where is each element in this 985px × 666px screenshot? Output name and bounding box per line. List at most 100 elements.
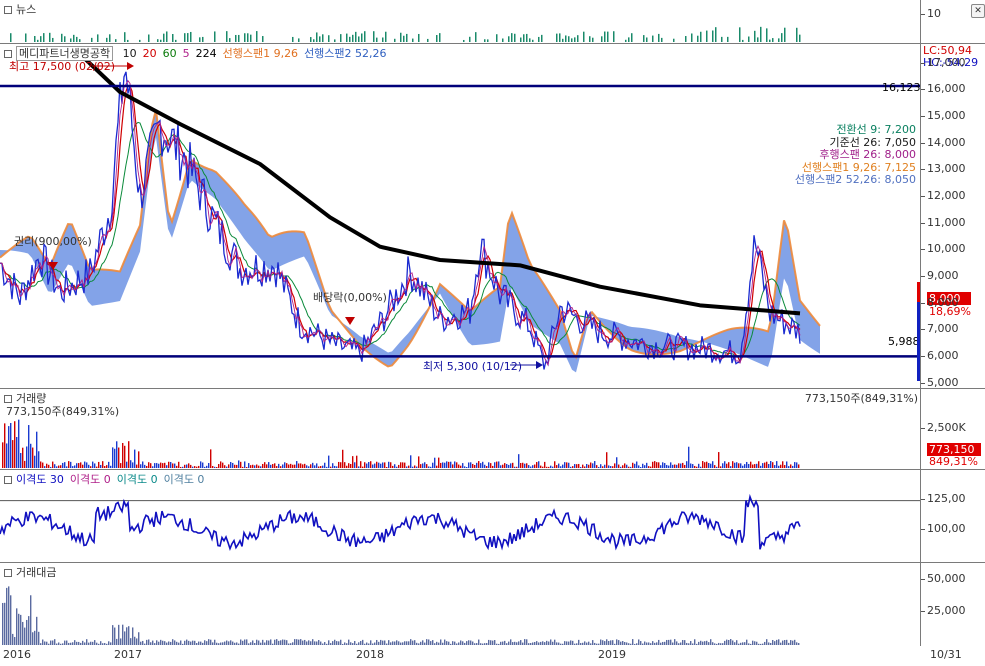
amount-bar: [180, 640, 182, 645]
amount-bar: [252, 640, 254, 645]
news-bar: [577, 35, 579, 42]
amount-bar: [90, 641, 92, 645]
volume-bar: [458, 464, 460, 468]
close-icon[interactable]: ✕: [971, 4, 985, 18]
news-bar: [316, 32, 318, 42]
amount-bar: [18, 613, 20, 645]
volume-bar: [678, 463, 680, 468]
amount-bar: [548, 641, 550, 645]
volume-bar: [714, 465, 716, 468]
amount-bar: [24, 627, 26, 645]
amount-bar: [554, 639, 556, 645]
news-bar: [226, 31, 228, 42]
amount-bar: [410, 639, 412, 645]
volume-bar: [144, 464, 146, 468]
amount-bar: [158, 641, 160, 645]
volume-bar: [124, 445, 126, 468]
news-bar: [574, 37, 576, 42]
volume-bar: [610, 466, 612, 468]
volume-bar: [718, 452, 720, 468]
volume-bar: [414, 465, 416, 468]
amount-bar: [524, 639, 526, 645]
amount-bar: [686, 642, 688, 645]
volume-bar: [24, 460, 26, 468]
amount-bar: [756, 641, 758, 645]
volume-bar: [266, 464, 268, 468]
amount-bar: [298, 639, 300, 645]
amount-bar: [506, 643, 508, 645]
amount-bar: [116, 638, 118, 645]
volume-bar: [654, 461, 656, 468]
volume-bar: [686, 461, 688, 468]
news-bar: [796, 27, 798, 42]
amount-bar: [556, 642, 558, 645]
news-bar: [34, 36, 36, 42]
rights-annotation: 권리(900,00%): [14, 235, 92, 248]
amount-bar: [242, 640, 244, 645]
amount-axis: 50,000 25,000: [920, 563, 985, 647]
volume-bar: [738, 463, 740, 468]
panel-toggle-icon[interactable]: [4, 569, 12, 577]
volume-bar: [684, 464, 686, 468]
amount-bar: [168, 641, 170, 645]
price-axis-tick: 7,000: [921, 322, 959, 336]
amount-bar: [172, 639, 174, 645]
amount-bar: [276, 639, 278, 645]
volume-bar: [646, 462, 648, 468]
amount-bar: [604, 641, 606, 645]
volume-bar: [170, 462, 172, 468]
volume-bar: [462, 463, 464, 468]
amount-bar: [26, 619, 28, 645]
volume-bar: [710, 463, 712, 468]
volume-bar: [68, 461, 70, 468]
volume-bar: [30, 443, 32, 468]
amount-bar: [212, 642, 214, 645]
volume-bar: [216, 466, 218, 468]
amount-bar: [274, 639, 276, 645]
amount-bar: [568, 641, 570, 645]
volume-bar: [46, 463, 48, 468]
amount-bar: [254, 643, 256, 645]
amount-bar: [330, 643, 332, 645]
volume-bar: [780, 464, 782, 468]
volume-bar: [104, 466, 106, 468]
volume-bar: [14, 421, 16, 468]
volume-bar: [460, 465, 462, 468]
amount-bar: [296, 639, 298, 645]
volume-bar: [588, 464, 590, 468]
volume-bar: [468, 462, 470, 468]
volume-bar: [474, 464, 476, 468]
amount-bar: [130, 638, 132, 645]
panel-toggle-icon[interactable]: [4, 395, 12, 403]
news-bar: [124, 32, 126, 42]
panel-toggle-icon[interactable]: [4, 50, 12, 58]
amount-bar: [328, 640, 330, 645]
news-bar: [61, 33, 63, 42]
news-bar: [631, 33, 633, 42]
volume-bar: [84, 461, 86, 468]
volume-bar: [764, 462, 766, 468]
amount-bar: [602, 640, 604, 645]
amount-bar: [94, 640, 96, 645]
volume-bar: [62, 462, 64, 468]
amount-bar: [292, 642, 294, 645]
amount-bar: [22, 621, 24, 645]
amount-bar: [596, 643, 598, 645]
span1-legend: 선행스팬1 9,26: [222, 47, 299, 60]
volume-bar: [542, 466, 544, 468]
volume-bar: [704, 462, 706, 468]
amount-bar: [536, 641, 538, 645]
volume-bar: [470, 462, 472, 468]
volume-bar: [126, 461, 128, 468]
volume-bar: [162, 463, 164, 468]
amount-bar: [4, 602, 6, 645]
volume-bar: [386, 466, 388, 468]
amount-bar: [380, 639, 382, 645]
news-bar: [772, 38, 774, 42]
amount-bar: [714, 643, 716, 645]
volume-bar: [406, 466, 408, 468]
news-bar: [244, 33, 246, 42]
amount-bar: [126, 627, 128, 645]
panel-toggle-icon[interactable]: [4, 476, 12, 484]
volume-bar: [662, 462, 664, 468]
